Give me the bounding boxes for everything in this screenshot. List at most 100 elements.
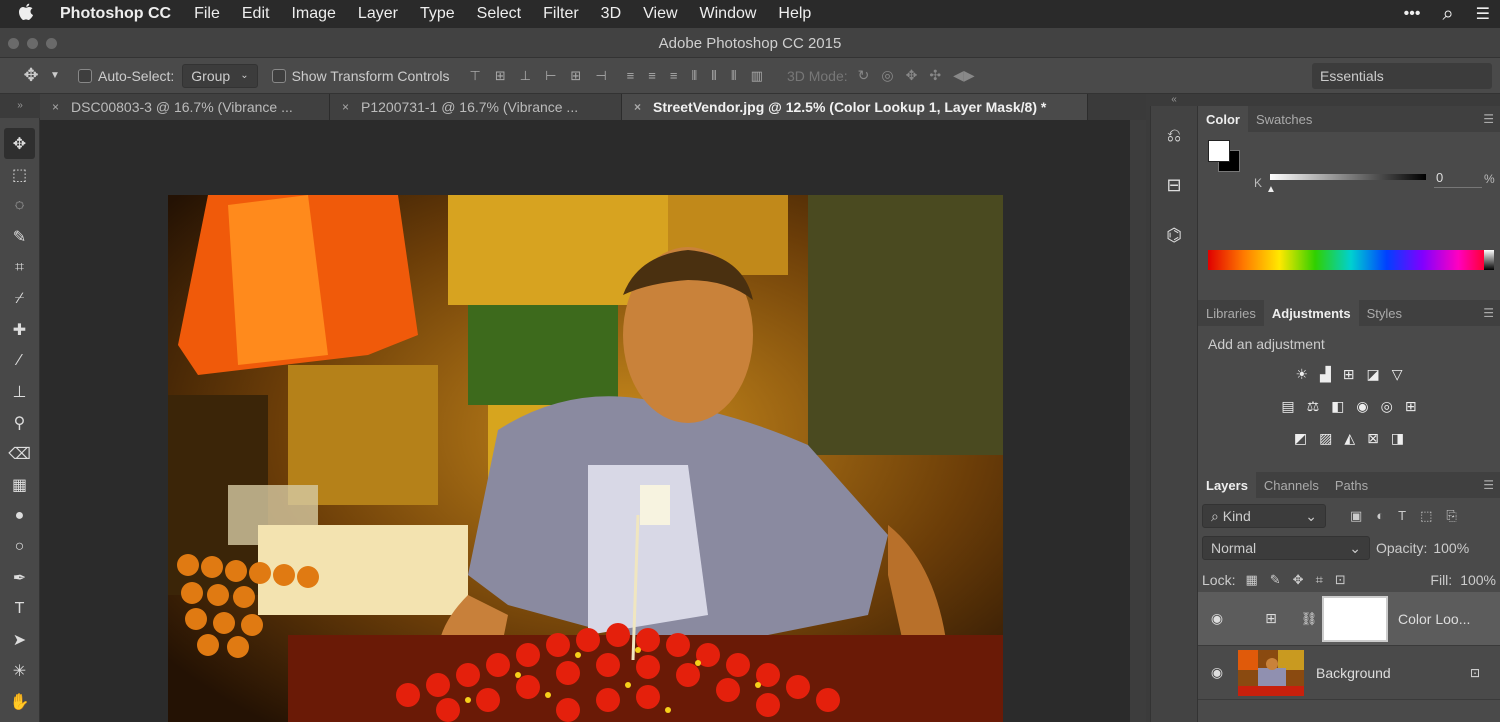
brush-tool-icon[interactable]: ∕ — [0, 345, 39, 376]
healing-tool-icon[interactable]: ✚ — [0, 314, 39, 345]
marquee-tool-icon[interactable]: ⬚ — [0, 159, 39, 190]
foreground-color-swatch[interactable] — [1208, 140, 1230, 162]
align-vcenter-icon[interactable]: ⊞ — [495, 68, 506, 84]
distribute-vcenter-icon[interactable]: ≡ — [648, 68, 656, 84]
menu-window[interactable]: Window — [689, 5, 768, 23]
paths-icon[interactable]: ⌬ — [1151, 215, 1197, 255]
close-icon[interactable]: × — [52, 100, 59, 114]
eraser-tool-icon[interactable]: ⌫ — [0, 438, 39, 469]
pen-tool-icon[interactable]: ✒ — [0, 562, 39, 593]
menu-view[interactable]: View — [632, 5, 688, 23]
tab-libraries[interactable]: Libraries — [1198, 300, 1264, 326]
distribute-top-icon[interactable]: ≡ — [627, 68, 635, 84]
type-tool-icon[interactable]: T — [0, 593, 39, 624]
align-left-icon[interactable]: ⊢ — [545, 68, 556, 84]
menu-help[interactable]: Help — [767, 5, 822, 23]
auto-select-dropdown[interactable]: Group ⌄ — [182, 63, 258, 88]
tab-p1200731[interactable]: × P1200731-1 @ 16.7% (Vibrance ... — [330, 94, 622, 120]
move-tool-icon[interactable]: ✥ — [4, 128, 35, 159]
layer-color-lookup[interactable]: ◉ ⊞ ⛓ Color Loo... — [1198, 592, 1500, 646]
align-top-icon[interactable]: ⊤ — [470, 68, 481, 84]
align-bottom-icon[interactable]: ⊥ — [520, 68, 531, 84]
gradient-tool-icon[interactable]: ▦ — [0, 469, 39, 500]
selective-color-icon[interactable]: ⊠ — [1367, 430, 1379, 447]
filter-type-icon[interactable]: T — [1398, 508, 1406, 524]
history-icon[interactable]: ⎌ — [1151, 115, 1197, 155]
tab-swatches[interactable]: Swatches — [1248, 106, 1320, 132]
k-slider[interactable] — [1270, 174, 1426, 180]
filter-smart-object-icon[interactable]: ⎘ — [1446, 508, 1456, 524]
exposure-icon[interactable]: ◪ — [1367, 366, 1380, 383]
document-image[interactable] — [168, 195, 1003, 722]
3d-roll-icon[interactable]: ◎ — [881, 67, 893, 84]
eyedropper-tool-icon[interactable]: ⌿ — [0, 283, 39, 314]
color-balance-icon[interactable]: ⚖ — [1307, 398, 1320, 415]
levels-icon[interactable]: ▟ — [1320, 366, 1331, 383]
layer-filter-dropdown[interactable]: ⌕ Kind ⌄ — [1202, 504, 1326, 528]
filter-adjustment-icon[interactable]: ◐ — [1376, 508, 1384, 524]
layer-background[interactable]: ◉ Background ⊡ — [1198, 646, 1500, 700]
lock-position-icon[interactable]: ✥ — [1293, 572, 1304, 588]
chain-link-icon[interactable]: ⛓ — [1300, 611, 1318, 627]
layer-name[interactable]: Background — [1316, 665, 1391, 681]
lock-transparency-icon[interactable]: ▦ — [1245, 572, 1257, 588]
panel-menu-icon[interactable]: ☰ — [1483, 478, 1494, 492]
lock-pixels-icon[interactable]: ✎ — [1270, 572, 1281, 588]
posterize-icon[interactable]: ▨ — [1319, 430, 1332, 447]
search-icon[interactable]: ⌕ — [1442, 3, 1453, 26]
move-tool-preset-icon[interactable]: ✥ — [12, 65, 50, 86]
lock-all-icon[interactable]: ⊡ — [1335, 572, 1346, 588]
channel-mixer-icon[interactable]: ◎ — [1381, 398, 1393, 415]
3d-drag-icon[interactable]: ✥ — [906, 67, 918, 84]
menu-filter[interactable]: Filter — [532, 5, 590, 23]
k-slider-thumb[interactable]: ▲ — [1266, 184, 1276, 195]
tab-channels[interactable]: Channels — [1256, 472, 1327, 498]
k-value-field[interactable]: 0 — [1434, 170, 1482, 188]
filter-shape-icon[interactable]: ⬚ — [1420, 508, 1432, 524]
threshold-icon[interactable]: ◭ — [1344, 430, 1355, 447]
menu-edit[interactable]: Edit — [231, 5, 281, 23]
workspace-switcher[interactable]: Essentials — [1312, 63, 1492, 89]
align-right-icon[interactable]: ⊣ — [595, 68, 606, 84]
distribute-bottom-icon[interactable]: ≡ — [670, 68, 678, 84]
vertical-scrollbar[interactable] — [1130, 120, 1146, 722]
tab-streetvendor[interactable]: × StreetVendor.jpg @ 12.5% (Color Lookup… — [622, 94, 1088, 120]
menu-file[interactable]: File — [183, 5, 231, 23]
photo-filter-icon[interactable]: ◉ — [1356, 398, 1368, 415]
layer-name[interactable]: Color Loo... — [1398, 611, 1470, 627]
blur-tool-icon[interactable]: ● — [0, 500, 39, 531]
tab-styles[interactable]: Styles — [1359, 300, 1410, 326]
close-icon[interactable]: × — [634, 100, 641, 114]
tab-paths[interactable]: Paths — [1327, 472, 1376, 498]
visibility-eye-icon[interactable]: ◉ — [1198, 610, 1236, 627]
close-icon[interactable]: × — [342, 100, 349, 114]
chevron-down-icon[interactable]: ▼ — [50, 70, 64, 81]
layer-mask-thumbnail[interactable] — [1322, 595, 1388, 642]
lock-artboard-icon[interactable]: ⌗ — [1316, 572, 1323, 588]
tab-color[interactable]: Color — [1198, 106, 1248, 132]
brightness-contrast-icon[interactable]: ☀ — [1295, 366, 1308, 383]
align-hcenter-icon[interactable]: ⊞ — [570, 68, 581, 84]
3d-rotate-icon[interactable]: ↻ — [858, 67, 870, 84]
tab-dsc00803[interactable]: × DSC00803-3 @ 16.7% (Vibrance ... — [40, 94, 330, 120]
tab-layers[interactable]: Layers — [1198, 472, 1256, 498]
quick-select-tool-icon[interactable]: ✎ — [0, 221, 39, 252]
history-brush-tool-icon[interactable]: ⚲ — [0, 407, 39, 438]
auto-select-checkbox[interactable] — [78, 68, 92, 83]
vibrance-icon[interactable]: ▽ — [1392, 366, 1403, 383]
blend-mode-dropdown[interactable]: Normal ⌄ — [1202, 536, 1370, 560]
menu-image[interactable]: Image — [280, 5, 346, 23]
hue-saturation-icon[interactable]: ▤ — [1281, 398, 1294, 415]
menu-type[interactable]: Type — [409, 5, 466, 23]
properties-icon[interactable]: ⊟ — [1151, 165, 1197, 205]
lasso-tool-icon[interactable]: ◌ — [0, 190, 39, 221]
expand-panels-icon[interactable]: « — [1151, 94, 1197, 105]
collapse-toolbar-icon[interactable]: » — [0, 100, 40, 111]
color-lookup-icon[interactable]: ⊞ — [1405, 398, 1417, 415]
filter-pixel-icon[interactable]: ▣ — [1350, 508, 1362, 524]
auto-align-icon[interactable]: ▥ — [751, 68, 763, 84]
menu-select[interactable]: Select — [466, 5, 532, 23]
dodge-tool-icon[interactable]: ○ — [0, 531, 39, 562]
opacity-value[interactable]: 100% — [1433, 540, 1469, 556]
visibility-eye-icon[interactable]: ◉ — [1198, 664, 1236, 681]
